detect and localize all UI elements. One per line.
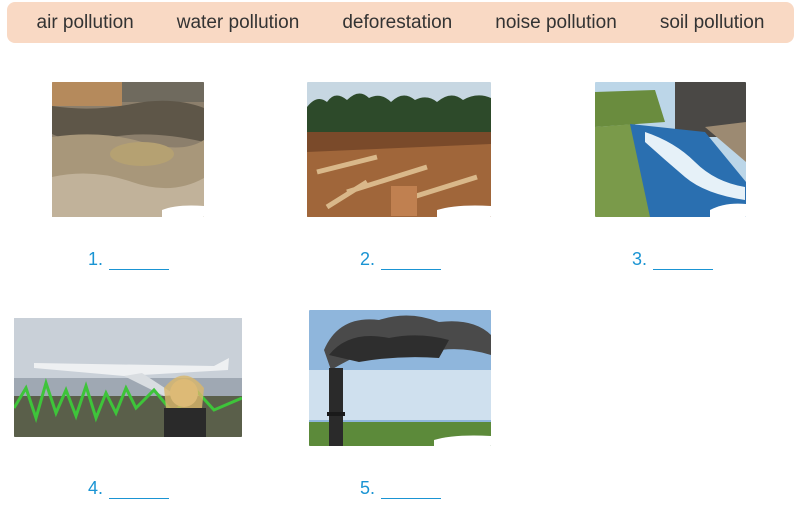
smoking-chimney-photo	[309, 310, 491, 446]
answer-blank[interactable]	[653, 253, 714, 270]
item-number: 4.	[88, 478, 104, 498]
foamy-river-photo	[595, 82, 746, 217]
item-number: 5.	[360, 478, 376, 498]
airplane-noise-photo	[14, 318, 242, 437]
word-bank: air pollution water pollution deforestat…	[7, 2, 794, 43]
cleared-forest-photo	[307, 82, 491, 217]
eroded-soil-photo	[52, 82, 204, 217]
answer-item-3: 3.	[632, 249, 714, 270]
answer-item-4: 4.	[88, 478, 170, 499]
answer-blank[interactable]	[381, 253, 442, 270]
answer-blank[interactable]	[109, 253, 170, 270]
item-number: 2.	[360, 249, 376, 269]
item-number: 3.	[632, 249, 648, 269]
word-bank-item: water pollution	[176, 11, 300, 33]
answer-item-2: 2.	[360, 249, 442, 270]
word-bank-item: soil pollution	[659, 11, 765, 33]
answer-item-1: 1.	[88, 249, 170, 270]
answer-item-5: 5.	[360, 478, 442, 499]
item-number: 1.	[88, 249, 104, 269]
answer-blank[interactable]	[109, 482, 170, 499]
word-bank-item: noise pollution	[495, 11, 617, 33]
answer-blank[interactable]	[381, 482, 442, 499]
word-bank-item: deforestation	[342, 11, 453, 33]
word-bank-item: air pollution	[36, 11, 134, 33]
